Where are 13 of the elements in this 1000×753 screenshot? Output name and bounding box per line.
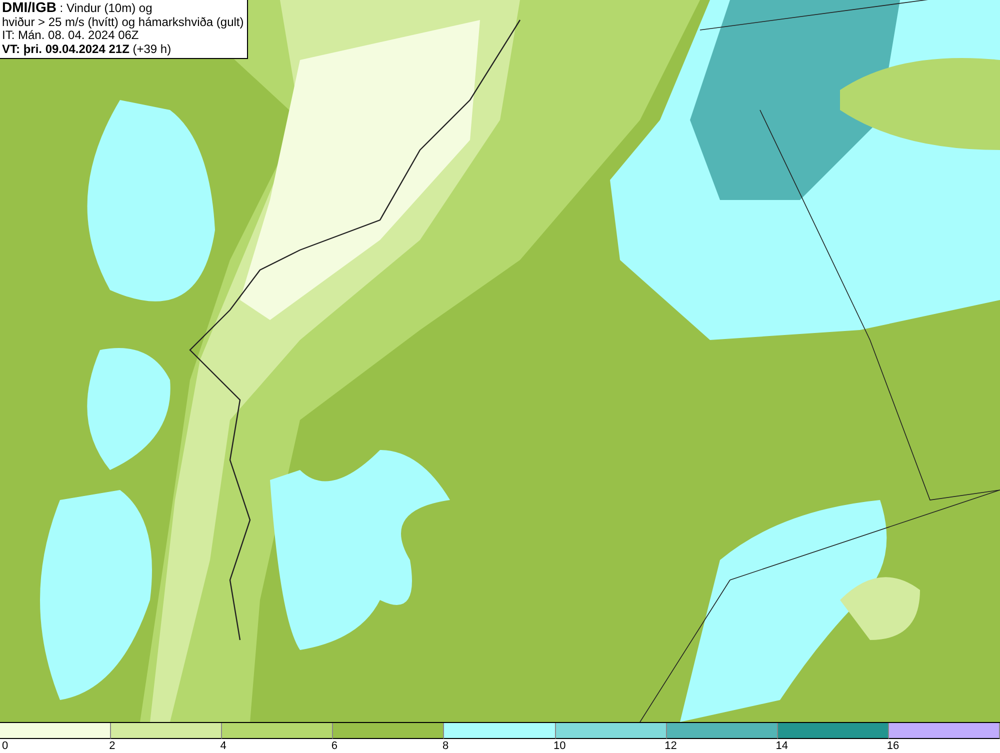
legend-label: 16	[886, 739, 900, 753]
legend-label: 4	[220, 739, 226, 753]
info-text: IT: Mán. 08. 04. 2024 06Z	[2, 29, 140, 42]
info-text: VT: þri. 09.04.2024 21Z (+39 h)	[2, 42, 172, 56]
info-text: hviður > 25 m/s (hvítt) og hámarkshviða (gult)	[2, 16, 244, 29]
legend-label: 12	[664, 739, 677, 753]
legend-label: 6	[331, 739, 338, 753]
info-text: DMI/IGB : Vindur (10m) og	[2, 1, 154, 16]
legend-label: 10	[554, 739, 566, 753]
legend-label: 8	[442, 739, 449, 753]
legend-label: 14	[776, 739, 788, 753]
legend-label: 0	[2, 739, 8, 753]
legend-label: 2	[109, 739, 116, 753]
